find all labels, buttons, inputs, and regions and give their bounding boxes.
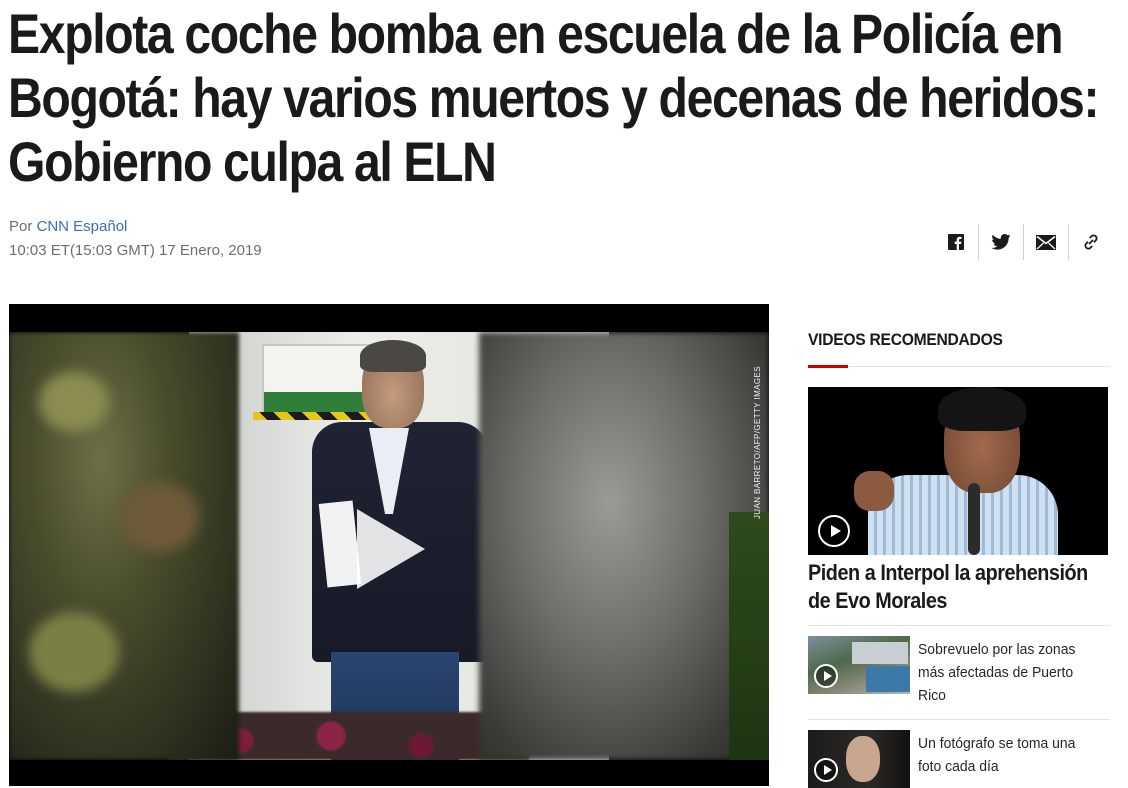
byline-prefix: Por [9, 218, 33, 235]
facebook-share-button[interactable] [934, 224, 978, 260]
recommended-videos: VIDEOS RECOMENDADOS Piden a Interpol la … [808, 330, 1110, 788]
play-icon[interactable] [814, 758, 838, 782]
facebook-icon [948, 234, 964, 250]
copy-link-button[interactable] [1069, 224, 1113, 260]
camo-spot [119, 482, 199, 552]
blurred-foreground [479, 332, 769, 760]
twitter-icon [991, 234, 1011, 250]
share-bar [934, 224, 1113, 260]
featured-video-title[interactable]: Piden a Interpol la aprehensión de Evo M… [808, 559, 1109, 615]
play-icon[interactable] [357, 509, 425, 589]
featured-video-thumbnail [808, 387, 1108, 555]
play-icon[interactable] [818, 515, 850, 547]
person-hair [360, 340, 426, 372]
play-icon[interactable] [814, 664, 838, 688]
speaker-hand [854, 471, 894, 511]
video-player[interactable]: JUAN BARRETO/AFP/GETTY IMAGES [9, 304, 769, 786]
list-item[interactable]: Sobrevuelo por las zonas más afectadas d… [808, 625, 1110, 707]
email-share-button[interactable] [1024, 224, 1068, 260]
camo-spot [39, 372, 109, 432]
featured-video[interactable]: Piden a Interpol la aprehensión de Evo M… [808, 387, 1110, 615]
video-title[interactable]: Sobrevuelo por las zonas más afectadas d… [918, 638, 1097, 707]
microphone [968, 483, 980, 555]
wall-sign [262, 344, 370, 420]
sidebar-title: VIDEOS RECOMENDADOS [808, 330, 1003, 349]
video-title[interactable]: Un fotógrafo se toma una foto cada día [918, 732, 1097, 788]
sidebar-rule [808, 365, 1110, 368]
video-thumbnail [808, 730, 910, 788]
article-timestamp: 10:03 ET(15:03 GMT) 17 Enero, 2019 [9, 242, 262, 259]
list-item[interactable]: Un fotógrafo se toma una foto cada día [808, 719, 1110, 788]
twitter-share-button[interactable] [979, 224, 1023, 260]
article-headline: Explota coche bomba en escuela de la Pol… [8, 2, 1100, 193]
caution-tape [253, 412, 373, 420]
byline: Por CNN Español [9, 218, 127, 235]
bush [729, 512, 769, 760]
author-link[interactable]: CNN Español [37, 218, 128, 235]
photo-credit: JUAN BARRETO/AFP/GETTY IMAGES [753, 366, 762, 520]
email-icon [1036, 234, 1056, 250]
speaker-hair [938, 387, 1026, 431]
link-icon [1084, 234, 1098, 250]
camo-spot [29, 612, 119, 692]
video-thumbnail [808, 636, 910, 694]
